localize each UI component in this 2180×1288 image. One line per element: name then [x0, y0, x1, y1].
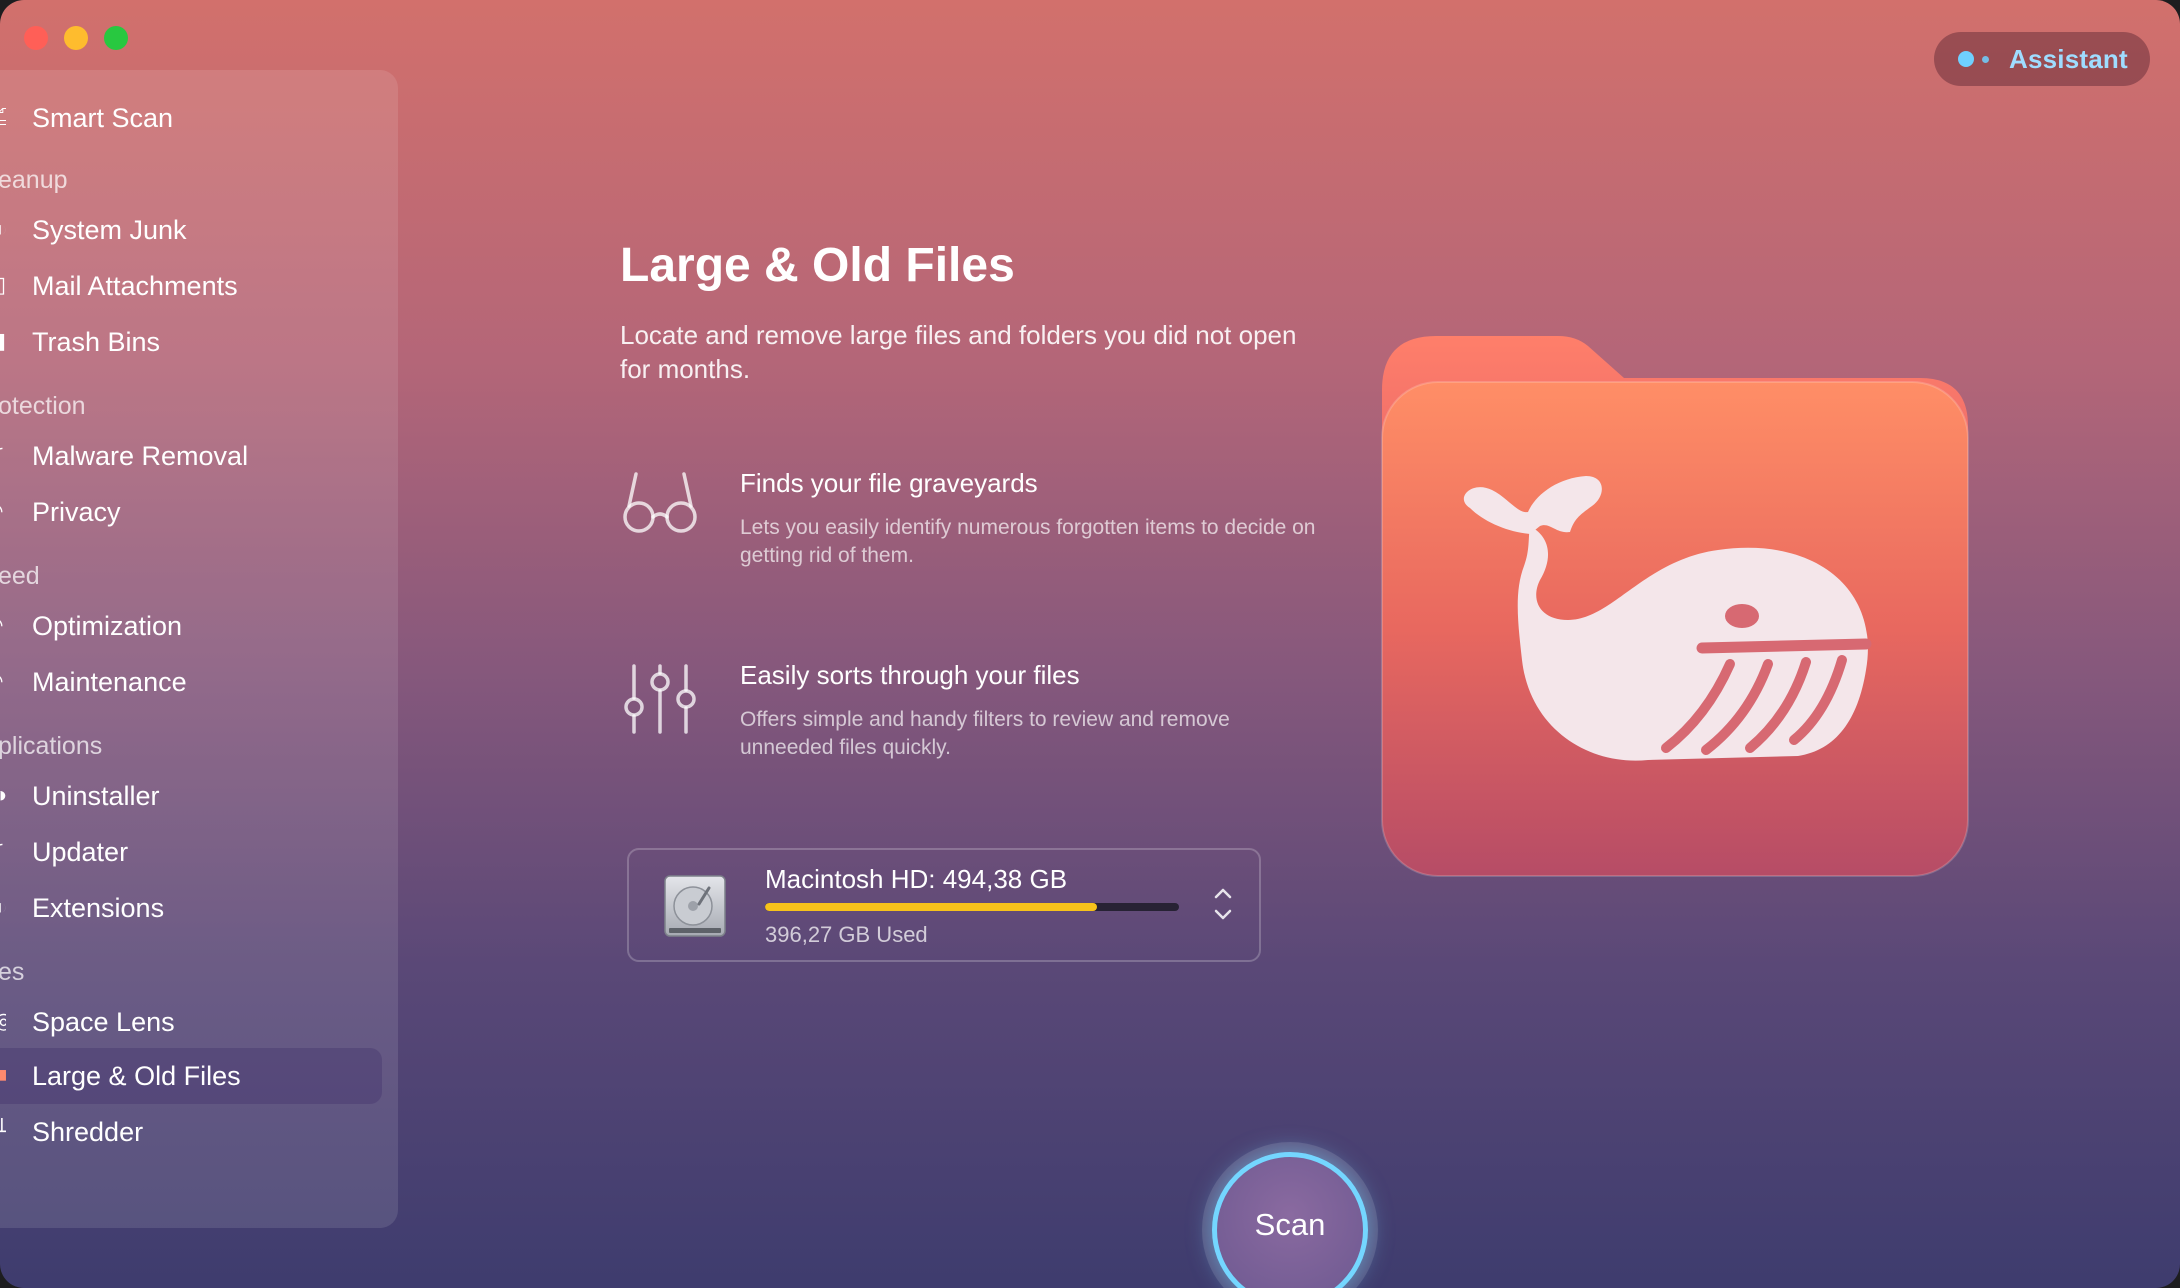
sidebar-item-trash-bins[interactable]: ▮ Trash Bins	[0, 314, 382, 370]
glasses-icon	[623, 472, 697, 533]
sidebar-item-label: Large & Old Files	[32, 1060, 241, 1091]
assistant-dots-icon	[1958, 51, 1989, 67]
sidebar-item-privacy[interactable]: ◝ Privacy	[0, 484, 382, 540]
sidebar-section-header-files: es	[0, 958, 25, 986]
updater-icon: ◜	[0, 838, 6, 864]
scan-button-label: Scan	[1254, 1207, 1326, 1242]
feature-title: Finds your file graveyards	[740, 468, 1038, 498]
sidebar-section-header-speed: eed	[0, 562, 40, 590]
privacy-icon: ◝	[0, 498, 6, 524]
sidebar-item-label: Updater	[32, 836, 129, 867]
sidebar-item-mail-attachments[interactable]: ▯ Mail Attachments	[0, 258, 382, 314]
disk-name: Macintosh HD: 494,38 GB	[765, 864, 1068, 894]
sidebar-section-header-protection: otection	[0, 392, 86, 420]
smart-scan-icon: ⎙	[0, 104, 6, 130]
sidebar-item-smart-scan[interactable]: ⎙ Smart Scan	[0, 90, 382, 146]
sidebar-item-label: Trash Bins	[32, 326, 161, 357]
close-window-button[interactable]	[24, 26, 48, 50]
sidebar-item-system-junk[interactable]: ◐ System Junk	[0, 202, 382, 258]
sidebar-item-label: Extensions	[32, 892, 165, 923]
sidebar-item-label: Space Lens	[32, 1006, 175, 1037]
sidebar-item-large-old-files[interactable]: ■ Large & Old Files	[0, 1048, 382, 1104]
feature-sorts-files: Easily sorts through your files Offers s…	[620, 660, 1320, 780]
page-description: Locate and remove large files and folder…	[620, 320, 1297, 384]
sidebar-item-shredder[interactable]: ┴ Shredder	[0, 1104, 382, 1160]
feature-description: Lets you easily identify numerous forgot…	[740, 516, 1316, 567]
sidebar-item-label: Shredder	[32, 1116, 144, 1147]
sidebar-item-optimization[interactable]: ◝ Optimization	[0, 598, 382, 654]
feature-file-graveyards: Finds your file graveyards Lets you easi…	[620, 468, 1320, 588]
feature-title: Easily sorts through your files	[740, 660, 1080, 690]
maintenance-icon: ◝	[0, 668, 6, 694]
sidebar-item-extensions[interactable]: ◐ Extensions	[0, 880, 382, 936]
sidebar-item-label: Mail Attachments	[32, 270, 238, 301]
system-junk-icon: ◐	[0, 216, 6, 242]
disk-selector[interactable]: Macintosh HD: 494,38 GB 396,27 GB Used	[627, 848, 1261, 962]
sidebar-item-uninstaller[interactable]: ◑ Uninstaller	[0, 768, 382, 824]
malware-icon: ◜	[0, 442, 6, 468]
trash-icon: ▮	[0, 328, 6, 354]
disk-usage-bar	[765, 903, 1179, 911]
sidebar: ⎙ Smart Scan eanup ◐ System Junk ▯ Mail …	[0, 70, 398, 1228]
whale-folder-icon	[1381, 336, 1969, 877]
chevron-up-down-icon[interactable]	[1211, 884, 1235, 924]
sliders-icon	[624, 664, 696, 734]
sidebar-section-header-applications: plications	[0, 732, 103, 760]
sidebar-item-label: System Junk	[32, 214, 187, 245]
sidebar-item-maintenance[interactable]: ◝ Maintenance	[0, 654, 382, 710]
app-window: Assistant ⎙ Smart Scan eanup ◐ System Ju…	[0, 0, 2180, 1288]
uninstaller-icon: ◑	[0, 782, 6, 808]
sidebar-section-header-cleanup: eanup	[0, 166, 68, 194]
sidebar-item-space-lens[interactable]: ◎ Space Lens	[0, 994, 382, 1050]
sidebar-item-updater[interactable]: ◜ Updater	[0, 824, 382, 880]
assistant-button[interactable]: Assistant	[1934, 32, 2150, 86]
feature-description: Offers simple and handy filters to revie…	[740, 708, 1230, 759]
page-title: Large & Old Files	[620, 239, 1015, 292]
shredder-icon: ┴	[0, 1118, 6, 1144]
assistant-label: Assistant	[2009, 43, 2128, 74]
space-lens-icon: ◎	[0, 1008, 6, 1034]
disk-used-label: 396,27 GB Used	[765, 922, 928, 947]
sidebar-item-label: Uninstaller	[32, 780, 160, 811]
sidebar-item-label: Malware Removal	[32, 440, 249, 471]
extensions-icon: ◐	[0, 894, 6, 920]
mail-icon: ▯	[0, 272, 6, 298]
sidebar-item-label: Privacy	[32, 496, 121, 527]
sidebar-item-malware-removal[interactable]: ◜ Malware Removal	[0, 428, 382, 484]
optimization-icon: ◝	[0, 612, 6, 638]
sidebar-item-label: Optimization	[32, 610, 183, 641]
disk-usage-fill	[765, 903, 1097, 911]
sidebar-item-label: Smart Scan	[32, 102, 174, 133]
sidebar-item-label: Maintenance	[32, 666, 187, 697]
large-old-files-icon: ■	[0, 1062, 6, 1088]
zoom-window-button[interactable]	[104, 26, 128, 50]
minimize-window-button[interactable]	[64, 26, 88, 50]
hard-drive-icon	[664, 875, 726, 937]
